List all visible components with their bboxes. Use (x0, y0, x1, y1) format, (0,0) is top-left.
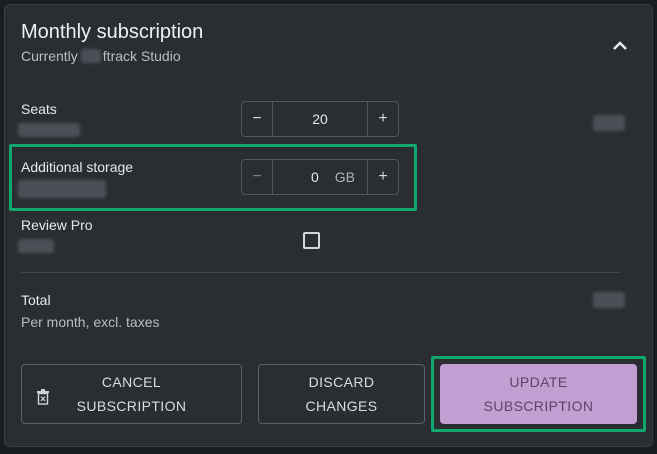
review-pro-price-redacted (18, 239, 54, 253)
review-pro-label: Review Pro (21, 217, 93, 233)
seats-increment-button[interactable]: + (368, 102, 398, 136)
discard-changes-button[interactable]: DISCARD CHANGES (258, 364, 425, 424)
subscription-card: Monthly subscription Currently ftrack St… (4, 4, 653, 447)
divider (21, 272, 621, 273)
update-line-2: SUBSCRIPTION (483, 398, 594, 414)
seats-value[interactable]: 20 (272, 102, 368, 136)
update-line-1: UPDATE (509, 374, 568, 390)
storage-label: Additional storage (21, 159, 134, 175)
cancel-line-2: SUBSCRIPTION (76, 398, 187, 414)
storage-price-redacted (18, 180, 106, 198)
total-label: Total (21, 292, 51, 308)
seats-stepper[interactable]: − 20 + (241, 101, 399, 137)
seats-decrement-button[interactable]: − (242, 102, 272, 136)
cancel-subscription-button[interactable]: CANCEL SUBSCRIPTION (21, 364, 242, 424)
current-plan-name: ftrack Studio (102, 48, 181, 64)
subscription-title: Monthly subscription (21, 21, 204, 43)
discard-line-1: DISCARD (308, 374, 375, 390)
current-plan: Currently ftrack Studio (21, 48, 181, 64)
review-pro-checkbox[interactable] (303, 232, 320, 249)
total-amount-redacted (593, 292, 625, 308)
update-subscription-button[interactable]: UPDATE SUBSCRIPTION (440, 364, 637, 424)
collapse-chevron-up-icon[interactable] (609, 35, 631, 57)
seats-price-redacted (18, 123, 80, 137)
trash-icon (36, 388, 50, 405)
redacted-text (80, 49, 101, 63)
storage-value-field[interactable]: 0 GB (272, 160, 368, 194)
storage-unit: GB (334, 169, 355, 185)
storage-increment-button[interactable]: + (368, 160, 398, 194)
current-plan-prefix: Currently (21, 48, 78, 64)
seats-total-redacted (593, 115, 625, 131)
cancel-line-1: CANCEL (101, 374, 162, 390)
discard-line-2: CHANGES (305, 398, 378, 414)
storage-decrement-button[interactable]: − (242, 160, 272, 194)
seats-label: Seats (21, 101, 57, 117)
total-note: Per month, excl. taxes (21, 314, 160, 330)
storage-stepper[interactable]: − 0 GB + (241, 159, 399, 195)
storage-value: 0 (310, 169, 319, 185)
